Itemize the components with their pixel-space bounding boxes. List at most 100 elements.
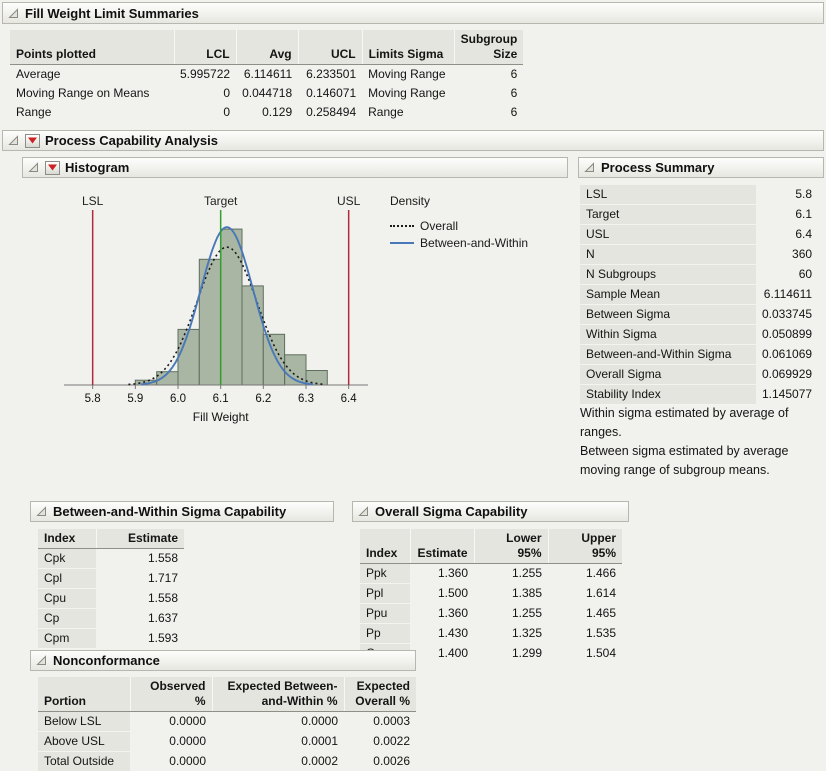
nonconformance-header[interactable]: Nonconformance <box>30 650 416 671</box>
table-row: LSL5.8 <box>580 185 818 205</box>
disclosure-triangle-icon[interactable] <box>7 7 20 20</box>
col-header: Upper 95% <box>548 529 622 564</box>
row-label: Target <box>580 205 756 225</box>
cell-value: 1.717 <box>96 569 184 589</box>
table-row: Pp1.4301.3251.535 <box>360 624 622 644</box>
cell-value: 1.535 <box>548 624 622 644</box>
jmp-report-window: Fill Weight Limit Summaries Points plott… <box>0 0 826 771</box>
red-triangle-icon <box>47 163 58 172</box>
row-label: USL <box>580 225 756 245</box>
section-title: Between-and-Within Sigma Capability <box>53 504 286 519</box>
table-row: Below LSL0.00000.00000.0003 <box>38 712 416 732</box>
row-label: Cpm <box>38 629 96 649</box>
note-text: Between sigma estimated by average movin… <box>580 442 820 480</box>
table-row: Total Outside0.00000.00020.0026 <box>38 752 416 771</box>
overall-capability-header[interactable]: Overall Sigma Capability <box>352 501 629 522</box>
cell-value: 0.033745 <box>756 305 818 325</box>
cell-value: 360 <box>756 245 818 265</box>
bw-capability-table: Index Estimate Cpk1.558 Cpl1.717 Cpu1.55… <box>38 529 184 649</box>
cell-value: Moving Range <box>362 65 454 85</box>
col-header: Expected Overall % <box>344 677 416 712</box>
col-header: Points plotted <box>10 30 174 65</box>
table-row: N360 <box>580 245 818 265</box>
table-row: Average 5.995722 6.114611 6.233501 Movin… <box>10 65 523 85</box>
row-label: Average <box>10 65 174 85</box>
row-label: Sample Mean <box>580 285 756 305</box>
cell-value: 1.255 <box>474 564 548 584</box>
cell-value: 1.466 <box>548 564 622 584</box>
col-header: Avg <box>236 30 298 65</box>
limit-summaries-header[interactable]: Fill Weight Limit Summaries <box>2 2 824 24</box>
table-row: Cpk1.558 <box>38 549 184 569</box>
col-header: Observed % <box>130 677 212 712</box>
table-header-row: Index Estimate Lower 95% Upper 95% <box>360 529 622 564</box>
cell-value: 6 <box>454 103 523 122</box>
cell-value: 1.614 <box>548 584 622 604</box>
section-title: Process Summary <box>601 160 714 175</box>
cell-value: 1.145077 <box>756 385 818 405</box>
cell-value: 1.637 <box>96 609 184 629</box>
red-triangle-icon <box>27 136 38 145</box>
overall-capability-table: Index Estimate Lower 95% Upper 95% Ppk1.… <box>360 529 622 664</box>
row-label: Between Sigma <box>580 305 756 325</box>
row-label: Overall Sigma <box>580 365 756 385</box>
red-triangle-menu-button[interactable] <box>45 161 60 175</box>
table-row: Sample Mean6.114611 <box>580 285 818 305</box>
col-header: Lower 95% <box>474 529 548 564</box>
row-label: Ppl <box>360 584 410 604</box>
red-triangle-menu-button[interactable] <box>25 134 40 148</box>
table-row: N Subgroups60 <box>580 265 818 285</box>
cell-value: 1.504 <box>548 644 622 664</box>
cell-value: 0.0000 <box>130 752 212 771</box>
svg-text:6.2: 6.2 <box>255 393 271 405</box>
legend-label: Overall <box>420 219 458 233</box>
cell-value: 6 <box>454 84 523 103</box>
cell-value: 0.0026 <box>344 752 416 771</box>
disclosure-triangle-icon[interactable] <box>35 654 48 667</box>
col-header: UCL <box>298 30 362 65</box>
row-label: Within Sigma <box>580 325 756 345</box>
row-label: Pp <box>360 624 410 644</box>
table-row: Ppu1.3601.2551.465 <box>360 604 622 624</box>
row-label: N Subgroups <box>580 265 756 285</box>
disclosure-triangle-icon[interactable] <box>35 505 48 518</box>
table-row: Ppk1.3601.2551.466 <box>360 564 622 584</box>
cell-value: 0 <box>174 84 236 103</box>
between-and-within-curve-swatch-icon <box>390 242 414 244</box>
disclosure-triangle-icon[interactable] <box>7 134 20 147</box>
disclosure-triangle-icon[interactable] <box>583 161 596 174</box>
row-label: Cp <box>38 609 96 629</box>
density-legend: Density Overall Between-and-Within <box>390 194 528 251</box>
histogram-header[interactable]: Histogram <box>22 157 568 178</box>
col-header: LCL <box>174 30 236 65</box>
cell-value: 0.258494 <box>298 103 362 122</box>
cell-value: 1.360 <box>410 604 474 624</box>
section-title: Nonconformance <box>53 653 160 668</box>
disclosure-triangle-icon[interactable] <box>27 161 40 174</box>
cell-value: 0.0003 <box>344 712 416 732</box>
limit-summaries-table: Points plotted LCL Avg UCL Limits Sigma … <box>10 30 523 122</box>
cell-value: 0.0022 <box>344 732 416 752</box>
cell-value: 1.299 <box>474 644 548 664</box>
cell-value: 0.0000 <box>130 712 212 732</box>
bw-capability-header[interactable]: Between-and-Within Sigma Capability <box>30 501 334 522</box>
svg-text:Fill Weight: Fill Weight <box>193 410 249 424</box>
svg-text:6.3: 6.3 <box>298 393 314 405</box>
cell-value: 1.558 <box>96 549 184 569</box>
cell-value: 6.114611 <box>236 65 298 85</box>
process-capability-header[interactable]: Process Capability Analysis <box>2 130 824 151</box>
cell-value: 1.558 <box>96 589 184 609</box>
cell-value: 0.061069 <box>756 345 818 365</box>
table-row: Moving Range on Means 0 0.044718 0.14607… <box>10 84 523 103</box>
cell-value: 0.069929 <box>756 365 818 385</box>
table-row: USL6.4 <box>580 225 818 245</box>
table-row: Overall Sigma0.069929 <box>580 365 818 385</box>
histogram-plot: 5.85.96.06.16.26.36.4LSLTargetUSLFill We… <box>50 194 370 428</box>
process-summary-header[interactable]: Process Summary <box>578 157 824 178</box>
table-row: Cpl1.717 <box>38 569 184 589</box>
disclosure-triangle-icon[interactable] <box>357 505 370 518</box>
cell-value: 5.8 <box>756 185 818 205</box>
svg-text:5.8: 5.8 <box>85 393 101 405</box>
cell-value: 6.4 <box>756 225 818 245</box>
cell-value: 0.0001 <box>212 732 344 752</box>
